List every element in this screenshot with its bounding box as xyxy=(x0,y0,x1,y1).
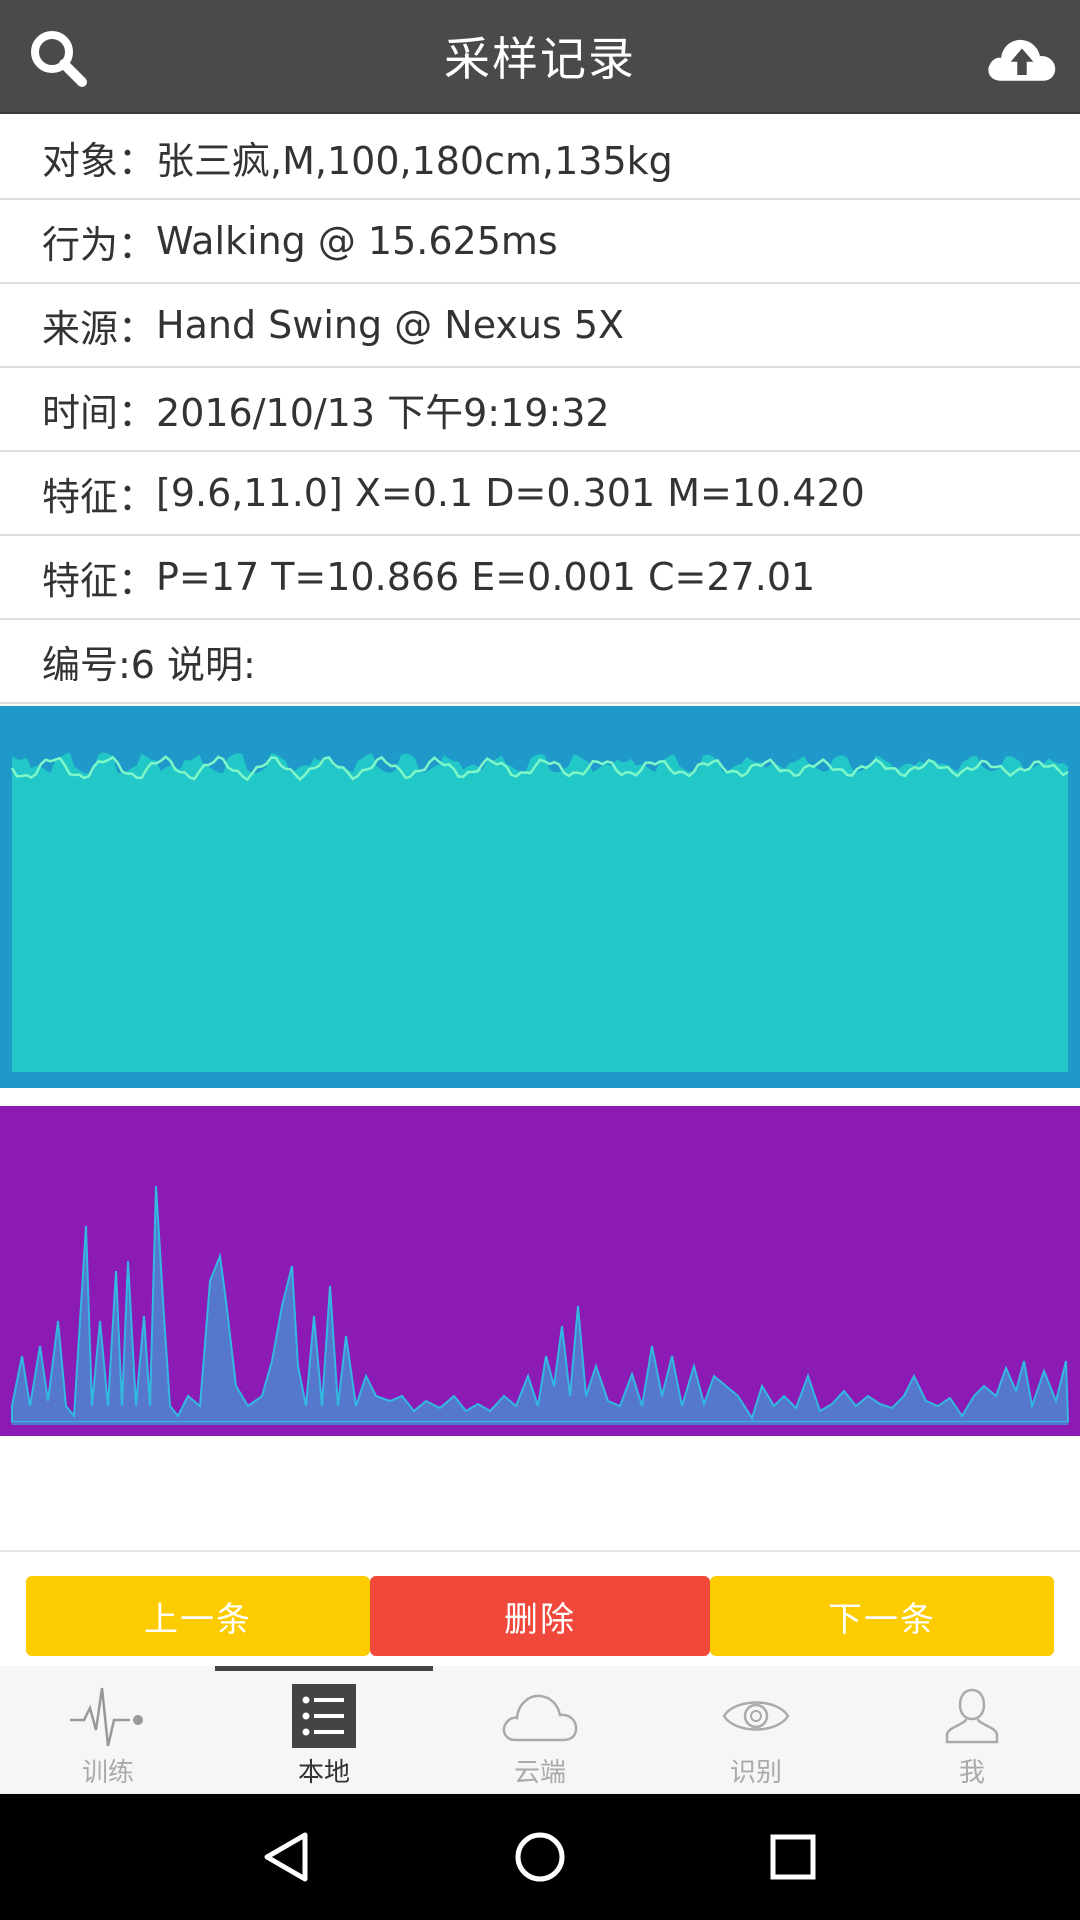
row-label: 特征： xyxy=(42,474,157,519)
tab-label: 我 xyxy=(958,1758,985,1788)
tab-label: 识别 xyxy=(729,1758,782,1788)
back-button[interactable] xyxy=(242,1812,332,1902)
active-tab-indicator xyxy=(215,1666,433,1671)
upload-button[interactable] xyxy=(986,22,1058,94)
recents-button[interactable] xyxy=(748,1812,838,1902)
row-feature-1: 特征： [9.6,11.0] X=0.1 D=0.301 M=10.420 xyxy=(0,452,1080,536)
home-button[interactable] xyxy=(495,1812,585,1902)
delete-record-button[interactable]: 删除 xyxy=(370,1576,710,1656)
row-label: 对象： xyxy=(42,138,157,183)
search-icon xyxy=(31,31,87,87)
tab-label: 本地 xyxy=(297,1758,350,1788)
row-subject: 对象： 张三疯,M,100,180cm,135kg xyxy=(0,116,1080,200)
tab-train[interactable]: 训练 xyxy=(0,1666,216,1794)
spectrum-baseline xyxy=(12,1422,1068,1425)
spectrum-area xyxy=(11,1185,1070,1423)
waveform-svg xyxy=(10,752,1069,1072)
row-value: 2016/10/13 下午9:19:32 xyxy=(156,390,610,435)
home-circle-icon xyxy=(515,1832,565,1882)
row-label: 特征： xyxy=(42,558,157,603)
row-value: [9.6,11.0] X=0.1 D=0.301 M=10.420 xyxy=(156,471,865,515)
system-navigation-bar xyxy=(0,1794,1080,1920)
tab-me[interactable]: 我 xyxy=(864,1666,1080,1794)
back-triangle-icon xyxy=(264,1832,308,1882)
app-header: 采样记录 xyxy=(0,0,1080,114)
previous-record-button[interactable]: 上一条 xyxy=(26,1576,370,1656)
tab-label: 云端 xyxy=(513,1758,566,1788)
user-icon xyxy=(942,1684,1002,1748)
record-actions: 上一条 删除 下一条 xyxy=(26,1576,1054,1656)
row-value: 张三疯,M,100,180cm,135kg xyxy=(156,138,673,183)
tab-recognize[interactable]: 识别 xyxy=(648,1666,864,1794)
row-value: Walking @ 15.625ms xyxy=(156,219,558,263)
cloud-upload-icon xyxy=(988,39,1056,81)
row-value: P=17 T=10.866 E=0.001 C=27.01 xyxy=(156,555,816,599)
eye-icon xyxy=(721,1684,791,1748)
tab-label: 训练 xyxy=(81,1758,134,1788)
spectrum-svg xyxy=(11,1185,1070,1425)
list-icon xyxy=(292,1684,356,1748)
recents-square-icon xyxy=(770,1834,816,1880)
bottom-tab-bar: 训练 本地 云端 识别 我 xyxy=(0,1666,1080,1794)
waveform-area xyxy=(12,752,1068,1072)
record-info-list: 对象： 张三疯,M,100,180cm,135kg 行为： Walking @ 15… xyxy=(0,116,1080,704)
next-record-button[interactable]: 下一条 xyxy=(710,1576,1054,1656)
tab-cloud[interactable]: 云端 xyxy=(432,1666,648,1794)
row-id-note[interactable]: 编号:6 说明: xyxy=(0,620,1080,704)
cloud-icon xyxy=(500,1684,580,1748)
search-button[interactable] xyxy=(22,22,94,94)
tab-local[interactable]: 本地 xyxy=(216,1666,432,1794)
row-source: 来源： Hand Swing @ Nexus 5X xyxy=(0,284,1080,368)
divider xyxy=(0,1550,1080,1552)
row-behavior: 行为： Walking @ 15.625ms xyxy=(0,200,1080,284)
row-label: 来源： xyxy=(42,306,157,351)
row-label: 时间： xyxy=(42,390,157,435)
row-time: 时间： 2016/10/13 下午9:19:32 xyxy=(0,368,1080,452)
acceleration-waveform-chart xyxy=(0,706,1080,1088)
row-label: 行为： xyxy=(42,222,157,267)
spectrum-chart xyxy=(0,1106,1080,1436)
screen: 采样记录 对象： 张三疯,M,100,180cm,135kg 行为： Walking… xyxy=(0,0,1080,1920)
page-title: 采样记录 xyxy=(444,32,636,86)
row-value: Hand Swing @ Nexus 5X xyxy=(156,303,625,347)
row-feature-2: 特征： P=17 T=10.866 E=0.001 C=27.01 xyxy=(0,536,1080,620)
row-label: 编号:6 说明: xyxy=(42,642,256,687)
pulse-icon xyxy=(68,1684,148,1748)
